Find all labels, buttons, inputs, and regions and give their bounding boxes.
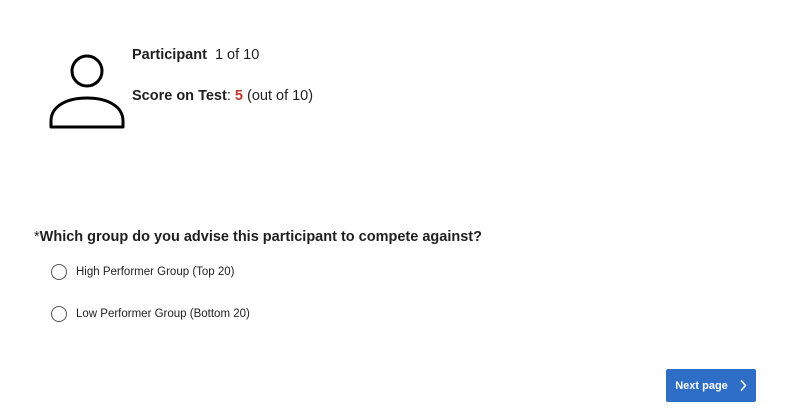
chevron-right-icon	[740, 380, 747, 391]
score-value: 5	[234, 88, 243, 104]
participant-label: Participant	[132, 47, 207, 63]
radio-high-performer[interactable]	[51, 264, 67, 280]
score-separator: :	[226, 88, 231, 104]
score-label: Score on Test	[132, 88, 227, 104]
user-icon	[47, 51, 127, 131]
question-text: *Which group do you advise this particip…	[34, 228, 482, 246]
option-low-performer[interactable]: Low Performer Group (Bottom 20)	[51, 306, 250, 322]
question-label: Which group do you advise this participa…	[39, 229, 482, 245]
option-label-high-performer: High Performer Group (Top 20)	[76, 266, 235, 278]
score-suffix: (out of 10)	[246, 88, 314, 104]
radio-low-performer[interactable]	[51, 306, 67, 322]
next-page-button[interactable]: Next page	[666, 369, 756, 402]
score-info: Score on Test: 5 (out of 10)	[132, 87, 313, 105]
participant-info: Participant 1 of 10	[132, 46, 259, 64]
option-high-performer[interactable]: High Performer Group (Top 20)	[51, 264, 235, 280]
option-label-low-performer: Low Performer Group (Bottom 20)	[76, 308, 250, 320]
survey-page: Participant 1 of 10 Score on Test: 5 (ou…	[0, 0, 798, 418]
participant-count: 1 of 10	[214, 47, 260, 63]
next-page-label: Next page	[675, 379, 728, 392]
